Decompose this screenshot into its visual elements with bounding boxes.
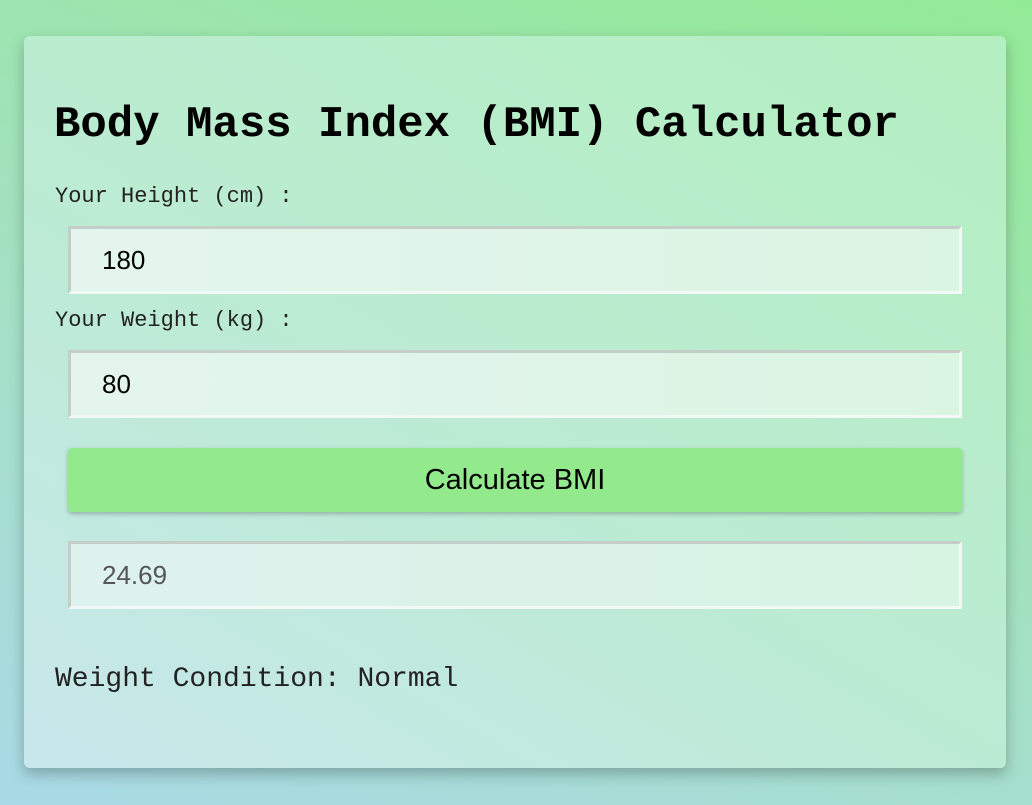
- height-input[interactable]: [68, 226, 962, 294]
- bmi-calculator-card: Body Mass Index (BMI) Calculator Your He…: [24, 36, 1006, 768]
- page-title: Body Mass Index (BMI) Calculator: [54, 100, 899, 150]
- weight-label: Your Weight (kg) :: [55, 308, 293, 333]
- calculate-bmi-button[interactable]: Calculate BMI: [68, 448, 962, 512]
- bmi-result-field: [68, 541, 962, 609]
- height-label: Your Height (cm) :: [55, 184, 293, 209]
- weight-condition-text: Weight Condition: Normal: [55, 664, 459, 695]
- weight-input[interactable]: [68, 350, 962, 418]
